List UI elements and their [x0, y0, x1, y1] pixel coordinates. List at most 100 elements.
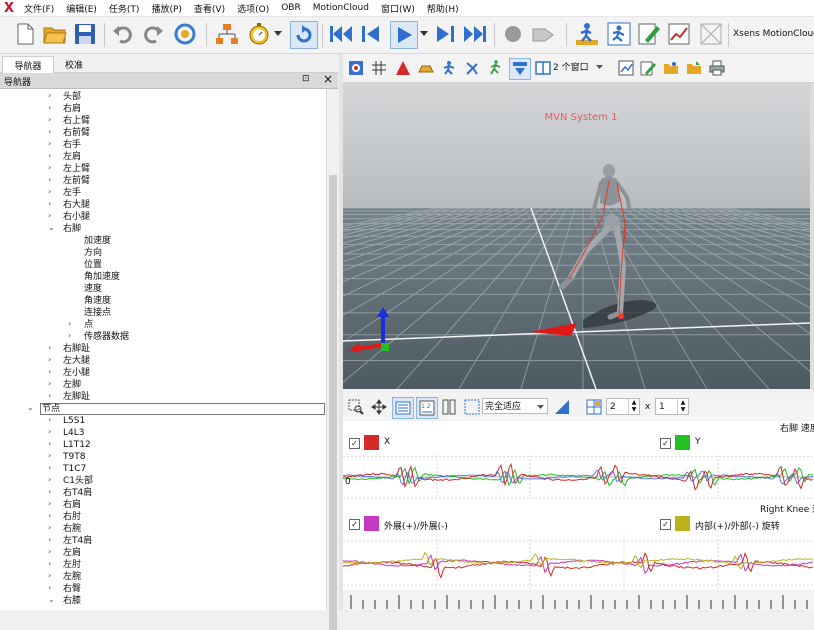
running-figure-icon[interactable] [485, 58, 505, 78]
menu-edit[interactable]: 编辑(E) [60, 2, 103, 15]
expand-arrow-icon[interactable]: › [48, 355, 51, 364]
tree-item[interactable]: 左大腿 [63, 355, 90, 367]
walk-calibrate-icon[interactable] [574, 21, 600, 47]
expand-arrow-icon[interactable]: › [48, 487, 51, 496]
expand-arrow-icon[interactable]: › [48, 187, 51, 196]
network-icon[interactable] [214, 21, 240, 47]
tree-item[interactable]: 方向 [84, 247, 102, 259]
menu-window[interactable]: 窗口(W) [375, 2, 421, 15]
expand-arrow-icon[interactable]: › [48, 103, 51, 112]
run-calibrate-icon[interactable] [606, 21, 632, 47]
menu-options[interactable]: 选项(O) [231, 2, 275, 15]
tree-item[interactable]: 左T4肩 [63, 535, 92, 547]
tree-item[interactable]: 右肩 [63, 499, 81, 511]
tree-item[interactable]: 角加速度 [84, 271, 120, 283]
expand-arrow-icon[interactable]: › [48, 511, 51, 520]
tree-item[interactable]: 连接点 [84, 307, 111, 319]
tree-item[interactable]: 点 [84, 319, 93, 331]
expand-arrow-icon[interactable]: › [48, 559, 51, 568]
tree-item[interactable]: T9T8 [63, 451, 85, 463]
tree-item[interactable]: 位置 [84, 259, 102, 271]
rows-spinbox[interactable]: 2 ▲ ▼ [606, 398, 640, 415]
chart-icon[interactable] [666, 21, 692, 47]
close-icon[interactable]: × [323, 72, 333, 86]
expand-arrow-icon[interactable]: › [48, 583, 51, 592]
floor-icon[interactable] [416, 58, 436, 78]
step-back-icon[interactable] [358, 21, 384, 47]
tree-item[interactable]: 右脚 [63, 223, 81, 235]
legend-y-checkbox[interactable]: ✓ [660, 438, 671, 449]
skip-to-end-icon[interactable] [462, 21, 488, 47]
redo-icon[interactable] [140, 21, 166, 47]
tree-item[interactable]: L1T12 [63, 439, 91, 451]
tree-item[interactable]: 传感器数据 [84, 331, 129, 343]
viewport-scrollbar[interactable] [810, 83, 814, 389]
expand-arrow-icon[interactable]: › [68, 319, 71, 328]
tree-item[interactable]: 左小腿 [63, 367, 90, 379]
expand-arrow-icon[interactable]: › [48, 139, 51, 148]
tree-item[interactable]: 右肘 [63, 511, 81, 523]
tree-item[interactable]: 左肘 [63, 559, 81, 571]
tree-scrollbar[interactable] [326, 89, 339, 630]
tree-item[interactable]: 右手 [63, 139, 81, 151]
expand-arrow-icon[interactable]: › [48, 163, 51, 172]
grid-off-icon[interactable] [698, 21, 724, 47]
skeleton-icon[interactable] [462, 58, 482, 78]
pan-icon[interactable] [369, 397, 389, 417]
tab-calibration[interactable]: 校准 [54, 56, 94, 72]
tree-item[interactable]: 左腕 [63, 571, 81, 583]
new-file-icon[interactable] [12, 21, 38, 47]
menu-file[interactable]: 文件(F) [18, 2, 60, 15]
menu-help[interactable]: 帮助(H) [421, 2, 465, 15]
tree-item[interactable]: 速度 [84, 283, 102, 295]
window-layout-icon[interactable] [533, 58, 553, 78]
collapse-arrow-icon[interactable]: ⌄ [27, 403, 34, 412]
fit-mode-select[interactable]: 完全适应 [482, 398, 548, 414]
expand-arrow-icon[interactable]: › [48, 547, 51, 556]
tree-item[interactable]: 右肩 [63, 103, 81, 115]
undo-icon[interactable] [110, 21, 136, 47]
expand-arrow-icon[interactable]: › [48, 391, 51, 400]
tree-item[interactable]: 右脚趾 [63, 343, 90, 355]
tree-item[interactable]: L4L3 [63, 427, 84, 439]
record-icon[interactable] [500, 21, 526, 47]
play-icon[interactable] [390, 21, 418, 49]
expand-arrow-icon[interactable]: › [48, 367, 51, 376]
expand-arrow-icon[interactable]: › [48, 499, 51, 508]
expand-arrow-icon[interactable]: › [48, 199, 51, 208]
triangle-marker-icon[interactable] [393, 58, 413, 78]
expand-arrow-icon[interactable]: › [48, 463, 51, 472]
stopwatch-dropdown-icon[interactable] [272, 21, 284, 47]
print-icon[interactable] [707, 58, 727, 78]
tree-item[interactable]: 左肩 [63, 151, 81, 163]
tree-item[interactable]: 加速度 [84, 235, 111, 247]
channels-icon[interactable]: 1 2 [416, 397, 438, 419]
list-view-icon[interactable] [392, 397, 414, 419]
legend-rotation-checkbox[interactable]: ✓ [660, 519, 671, 530]
expand-arrow-icon[interactable]: › [48, 439, 51, 448]
tree-item[interactable]: 左手 [63, 187, 81, 199]
open-folder-icon[interactable] [42, 21, 68, 47]
menu-obr[interactable]: OBR [275, 3, 307, 13]
collapse-arrow-icon[interactable]: ⌄ [48, 595, 55, 604]
expand-arrow-icon[interactable]: › [48, 211, 51, 220]
tree-item[interactable]: 右膝 [63, 595, 81, 607]
grid-icon[interactable] [369, 58, 389, 78]
tree-item[interactable]: 角速度 [84, 295, 111, 307]
stopwatch-icon[interactable] [246, 21, 272, 47]
legend-abduction-checkbox[interactable]: ✓ [349, 519, 360, 530]
menu-view[interactable]: 查看(V) [188, 2, 231, 15]
tag-icon[interactable] [530, 21, 556, 47]
layout-grid-icon[interactable] [584, 397, 604, 417]
tab-navigator[interactable]: 导航器 [2, 56, 54, 73]
edit-notes-icon[interactable] [636, 21, 662, 47]
tree-item[interactable]: 右小腿 [63, 211, 90, 223]
graph-view-icon[interactable] [616, 58, 636, 78]
expand-arrow-icon[interactable]: › [48, 571, 51, 580]
expand-arrow-icon[interactable]: › [48, 415, 51, 424]
loop-icon[interactable] [290, 21, 318, 49]
play-dropdown-icon[interactable] [418, 21, 430, 47]
tree-item[interactable]: 左上臂 [63, 163, 90, 175]
expand-arrow-icon[interactable]: › [48, 343, 51, 352]
expand-arrow-icon[interactable]: › [48, 151, 51, 160]
